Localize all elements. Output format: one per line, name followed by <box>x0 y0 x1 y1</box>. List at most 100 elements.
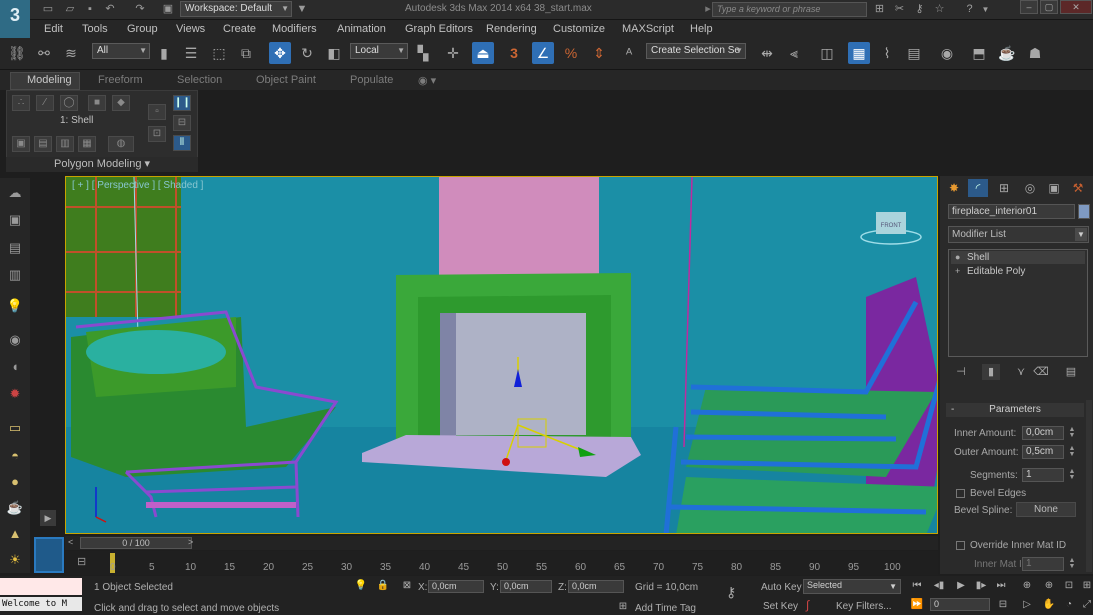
z-coordinate-field[interactable]: 0,0cm <box>568 580 624 593</box>
rendered-frame-icon[interactable]: ☕ <box>996 42 1018 64</box>
bevel-edges-checkbox[interactable] <box>956 489 965 498</box>
tab-populate[interactable]: Populate <box>350 74 393 86</box>
new-scene-icon[interactable]: ▭ <box>40 2 56 17</box>
menu-animation[interactable]: Animation <box>337 23 386 35</box>
cone-icon[interactable]: ▲ <box>4 524 26 544</box>
teapot-icon[interactable]: ☕ <box>4 498 26 518</box>
workspace-dropdown[interactable]: Workspace: Default ▼ <box>180 1 292 17</box>
polygon-modeling-dropdown[interactable]: Polygon Modeling ▾ <box>6 157 198 172</box>
swift-loop-icon[interactable]: ▫ <box>148 104 166 120</box>
parameters-rollout-header[interactable]: - Parameters <box>946 403 1084 417</box>
container-icon[interactable]: ▤ <box>4 238 26 258</box>
show-end-result-toggle-icon[interactable]: ▮ <box>982 364 1000 380</box>
redo-icon[interactable]: ↷ <box>132 2 148 17</box>
help-icon[interactable]: ? <box>962 2 977 17</box>
material-editor-icon[interactable]: ◉ <box>936 42 958 64</box>
save-file-icon[interactable]: ▪ <box>82 2 98 17</box>
schematic-view-icon[interactable]: ▤ <box>903 42 925 64</box>
percent-snap-icon[interactable]: % <box>560 42 582 64</box>
time-slider-thumb[interactable]: 0 / 100 <box>80 537 192 549</box>
help-dropdown-icon[interactable]: ▼ <box>978 2 993 17</box>
menu-maxscript[interactable]: MAXScript <box>622 23 674 35</box>
menu-rendering[interactable]: Rendering <box>486 23 537 35</box>
reference-coordinate-dropdown[interactable]: Local ▼ <box>350 43 408 59</box>
graphite-toggle-icon[interactable]: ▦ <box>848 42 870 64</box>
make-unique-toggle-icon[interactable]: ⋎ <box>1012 364 1030 380</box>
y-coordinate-field[interactable]: 0,0cm <box>500 580 552 593</box>
maxscript-listener[interactable]: Welcome to M <box>0 597 82 611</box>
tools-icon[interactable]: ✂ <box>892 2 907 17</box>
layer-explorer-icon[interactable]: ▣ <box>4 210 26 230</box>
next-frame-icon[interactable]: ▮▸ <box>972 579 990 593</box>
stack-item-shell[interactable]: ● Shell <box>951 251 1085 264</box>
modify-mode-icon[interactable]: ▣ <box>12 136 30 152</box>
camera-icon[interactable]: ◉ <box>4 330 26 350</box>
align-icon[interactable]: ⫷ <box>783 42 805 64</box>
select-and-rotate-icon[interactable]: ↻ <box>296 42 318 64</box>
cut-icon[interactable]: ⊡ <box>148 126 166 142</box>
pan-view-icon[interactable]: ✋ <box>1040 598 1058 612</box>
remove-modifier-icon[interactable]: ⌫ <box>1032 364 1050 380</box>
set-key-icon[interactable]: ⚷ <box>726 584 748 600</box>
isolate-selection-icon[interactable]: 💡 <box>352 579 370 593</box>
edit-named-selection-icon[interactable]: ᴬ <box>618 42 640 64</box>
go-to-end-icon[interactable]: ⏭ <box>992 579 1010 593</box>
menu-create[interactable]: Create <box>223 23 256 35</box>
binoculars-icon[interactable]: ⊞ <box>872 2 887 17</box>
tab-selection[interactable]: Selection <box>177 74 222 86</box>
dome-icon[interactable]: ◓ <box>4 446 26 466</box>
perspective-viewport[interactable]: FRONT [ + ] [ Perspective ] [ Shaded ] <box>65 176 938 534</box>
menu-graph-editors[interactable]: Graph Editors <box>405 23 473 35</box>
sphere-icon[interactable]: ● <box>4 472 26 492</box>
bind-space-warp-icon[interactable]: ≋ <box>60 42 82 64</box>
helper-icon[interactable]: ◖ <box>4 357 26 377</box>
pin-stack-icon[interactable]: ⊣ <box>952 364 970 380</box>
border-icon[interactable]: ◯ <box>60 95 78 111</box>
object-color-swatch[interactable] <box>1078 204 1090 219</box>
select-and-scale-icon[interactable]: ◧ <box>323 42 345 64</box>
pin-stack-icon[interactable]: ⊟ <box>173 115 191 131</box>
bevel-spline-button[interactable]: None <box>1016 502 1076 517</box>
motion-tab-icon[interactable]: ◎ <box>1020 179 1040 197</box>
current-frame-field[interactable]: 0 <box>930 598 990 611</box>
tab-modeling[interactable]: Modeling <box>27 74 72 86</box>
layer-manager-icon[interactable]: ◫ <box>816 42 838 64</box>
select-manipulate-icon[interactable]: ✛ <box>442 42 464 64</box>
search-input[interactable]: Type a keyword or phrase <box>712 2 867 17</box>
sun-icon[interactable]: ☀ <box>4 550 26 570</box>
set-key-button[interactable]: Set Key <box>763 601 798 612</box>
window-crossing-icon[interactable]: ⧉ <box>235 42 257 64</box>
command-panel-scrollbar[interactable] <box>1086 400 1092 572</box>
close-button[interactable]: ✕ <box>1060 0 1092 14</box>
time-slider-prev-icon[interactable]: < <box>68 537 78 549</box>
modify-tab-icon[interactable]: ◜ <box>968 179 988 197</box>
previous-frame-icon[interactable]: ◂▮ <box>930 579 948 593</box>
override-inner-mat-checkbox[interactable] <box>956 541 965 550</box>
zoom-extents-icon[interactable]: ⊡ <box>1060 579 1078 593</box>
spinner-snap-icon[interactable]: ⇕ <box>588 42 610 64</box>
vertex-icon[interactable]: ∴ <box>12 95 30 111</box>
hierarchy-tab-icon[interactable]: ⊞ <box>994 179 1014 197</box>
segments-spinner[interactable]: 1 ▲ ▼ <box>1022 468 1075 482</box>
create-tab-icon[interactable]: ✸ <box>944 179 964 197</box>
maximize-viewport-icon[interactable]: ⤢ <box>1078 598 1093 612</box>
time-slider-next-icon[interactable]: > <box>188 537 198 549</box>
orbit-icon[interactable]: ◔ <box>1060 598 1078 612</box>
box-icon[interactable]: ▭ <box>4 418 26 438</box>
pivot-center-icon[interactable]: ▚ <box>412 42 434 64</box>
menu-tools[interactable]: Tools <box>82 23 108 35</box>
key-mode-dropdown[interactable]: Selected ▼ <box>803 579 901 594</box>
go-to-start-icon[interactable]: ⏮ <box>908 579 926 593</box>
favorites-star-icon[interactable]: ☆ <box>932 2 947 17</box>
key-mode-toggle-icon[interactable]: ⏩ <box>908 598 926 612</box>
object-name-field[interactable]: fireplace_interior01 <box>948 204 1075 219</box>
expand-arrow-icon[interactable]: ▶ <box>40 510 56 526</box>
element-icon[interactable]: ◆ <box>112 95 130 111</box>
key-icon[interactable]: ⚷ <box>912 2 927 17</box>
tab-object-paint[interactable]: Object Paint <box>256 74 316 86</box>
viewport-label-menu[interactable]: [ + ] [ Perspective ] [ Shaded ] <box>72 180 203 191</box>
menu-edit[interactable]: Edit <box>44 23 63 35</box>
scene-explorer-icon[interactable]: ☁ <box>4 183 26 203</box>
menu-modifiers[interactable]: Modifiers <box>272 23 317 35</box>
render-setup-icon[interactable]: ⬒ <box>968 42 990 64</box>
